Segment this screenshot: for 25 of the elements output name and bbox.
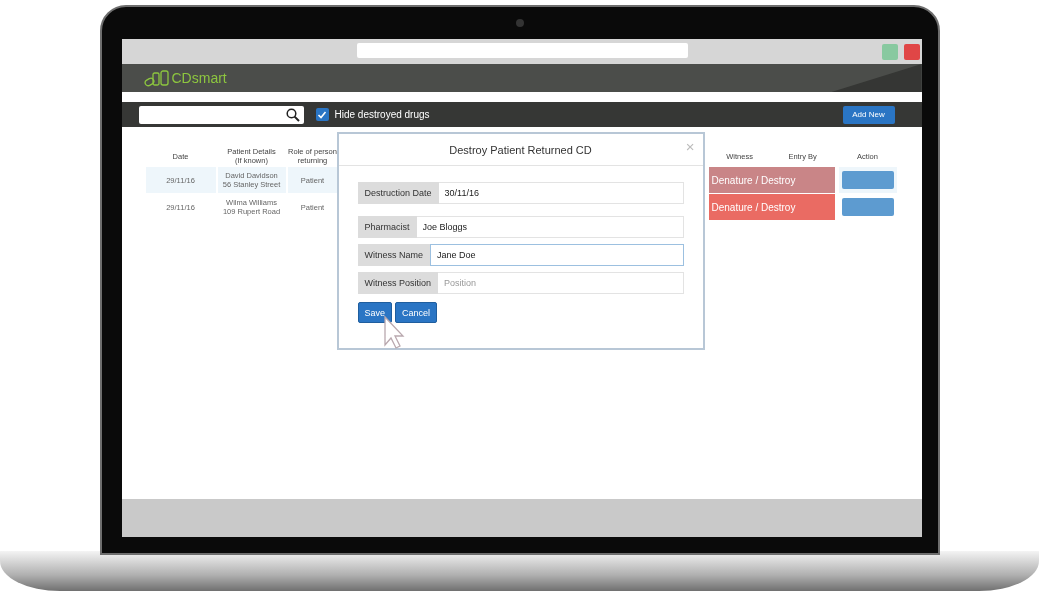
action-button[interactable] xyxy=(841,171,894,189)
app-logo: CDsmart xyxy=(171,70,227,86)
save-button[interactable]: Save xyxy=(357,302,392,323)
action-button[interactable] xyxy=(841,198,894,216)
field-label: Witness Position xyxy=(357,272,439,294)
input-field[interactable]: Position xyxy=(438,272,684,294)
field-label: Witness Name xyxy=(357,244,430,266)
pill-bottles-icon xyxy=(143,69,170,87)
add-new-button[interactable]: Add New xyxy=(842,105,895,124)
search-field[interactable] xyxy=(138,105,304,124)
checkbox-label: Hide destroyed drugs xyxy=(334,109,430,120)
input-field[interactable]: Joe Bloggs xyxy=(416,216,684,238)
denature-destroy-button[interactable]: Denature / Destroy xyxy=(708,194,835,220)
checkbox[interactable] xyxy=(315,108,329,121)
close-button[interactable] xyxy=(903,43,920,60)
webcam-dot xyxy=(515,19,524,27)
input-field[interactable]: Jane Doe xyxy=(430,244,684,266)
field-label: Pharmacist xyxy=(357,216,417,238)
field-label: Destruction Date xyxy=(357,182,439,204)
dialog-title: Destroy Patient Returned CD xyxy=(449,143,592,156)
maximize-button[interactable] xyxy=(881,43,898,60)
search-icon xyxy=(285,107,300,122)
input-field[interactable]: 30/11/16 xyxy=(438,182,684,204)
denature-destroy-button[interactable]: Denature / Destroy xyxy=(708,167,835,193)
cancel-button[interactable]: Cancel xyxy=(395,302,438,323)
